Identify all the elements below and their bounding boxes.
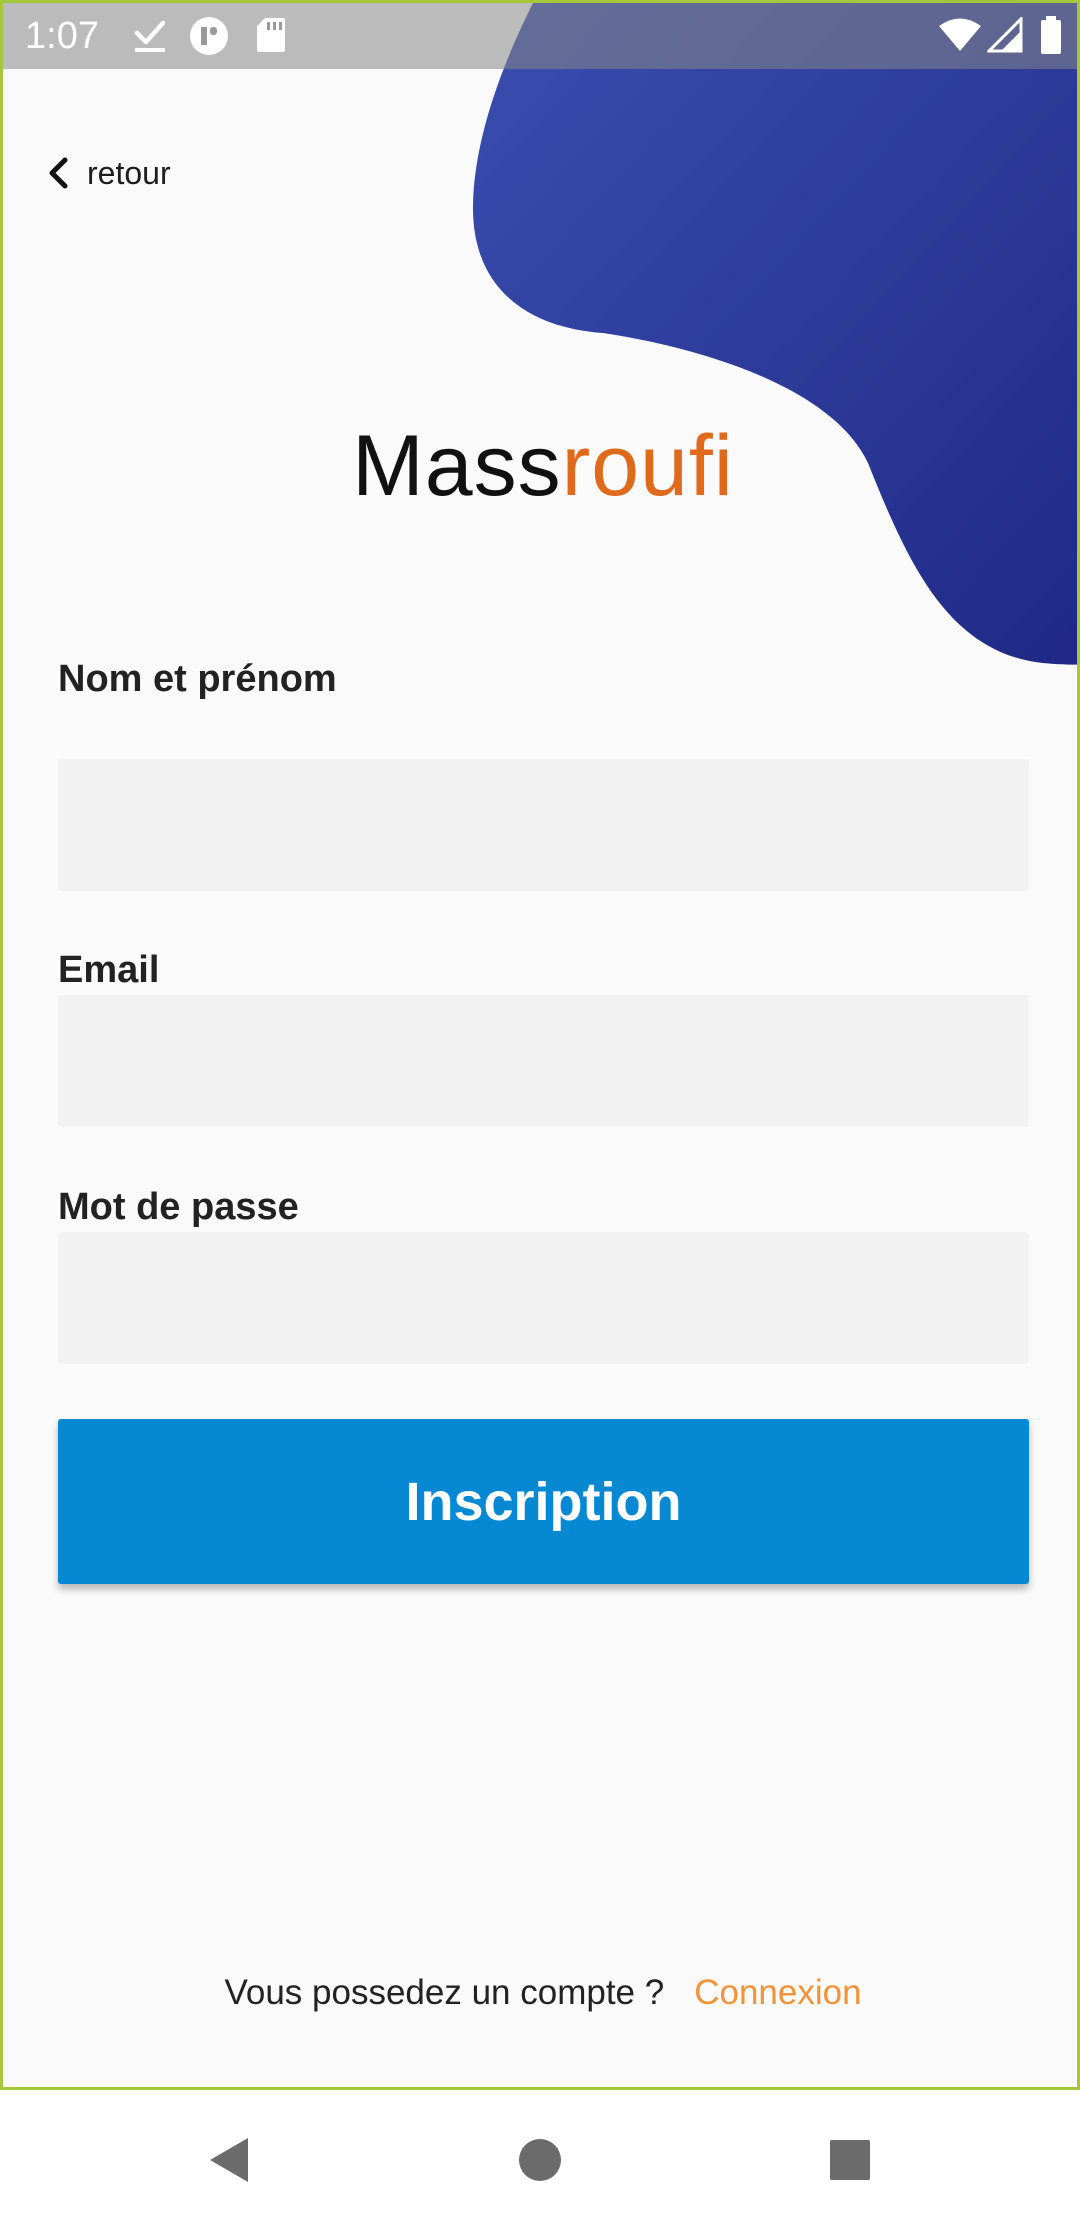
login-prompt-row: Vous possedez un compte ? Connexion xyxy=(3,1971,1077,2015)
name-field[interactable] xyxy=(58,759,1029,891)
signal-icon xyxy=(987,17,1023,53)
status-time: 1:07 xyxy=(25,15,99,57)
email-field[interactable] xyxy=(58,995,1029,1127)
logo-text-mass: Mass xyxy=(352,418,562,514)
battery-icon xyxy=(1041,16,1061,54)
name-label: Nom et prénom xyxy=(58,658,337,700)
back-button[interactable]: retour xyxy=(47,151,171,195)
password-label: Mot de passe xyxy=(58,1186,299,1228)
signup-button[interactable]: Inscription xyxy=(58,1419,1029,1584)
back-triangle-icon[interactable] xyxy=(200,2130,260,2190)
login-prompt-text: Vous possedez un compte ? xyxy=(224,1973,665,2012)
system-navigation-bar xyxy=(0,2090,1080,2220)
wifi-icon xyxy=(939,18,981,51)
logo-text-roufi: roufi xyxy=(561,418,734,514)
home-circle-icon[interactable] xyxy=(510,2130,570,2190)
download-done-icon xyxy=(134,20,166,52)
chevron-left-icon xyxy=(49,157,68,189)
back-label: retour xyxy=(87,155,171,191)
app-logo: Massroufi xyxy=(3,416,1077,516)
recents-square-icon[interactable] xyxy=(820,2130,880,2190)
password-field[interactable] xyxy=(58,1232,1029,1364)
decorative-blob xyxy=(473,3,1077,665)
app-screen: retour Massroufi Nom et prénom Email Mot… xyxy=(0,0,1080,2090)
sd-card-icon xyxy=(257,18,285,52)
login-link[interactable]: Connexion xyxy=(694,1973,861,2012)
app-notification-icon xyxy=(190,17,228,55)
email-label: Email xyxy=(58,949,160,991)
status-bar: 1:07 xyxy=(3,3,1077,69)
